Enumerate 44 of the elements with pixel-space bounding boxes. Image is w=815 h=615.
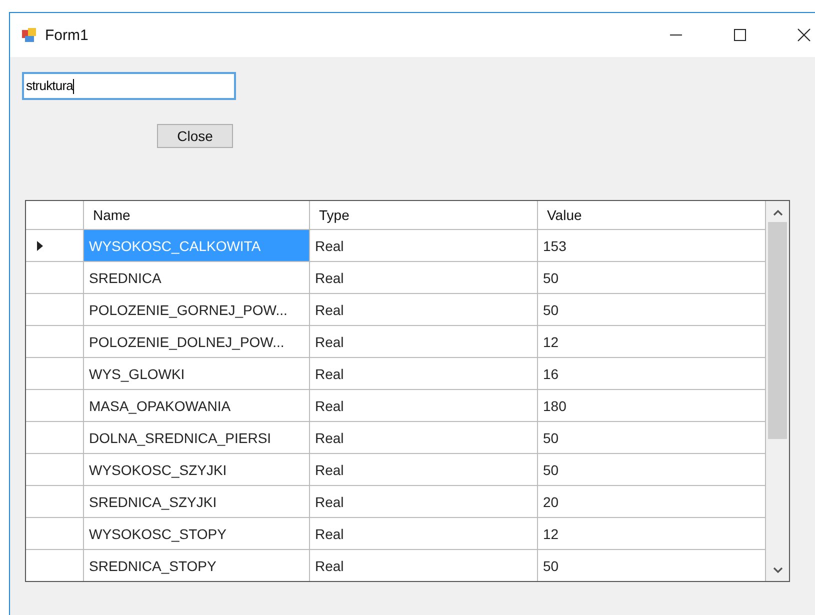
table-cell: Real [310, 422, 538, 454]
window-title: Form1 [45, 26, 88, 44]
scrollbar[interactable] [766, 201, 789, 581]
table-cell: Real [310, 358, 538, 390]
table-cell: Real [310, 454, 538, 486]
row-header[interactable] [26, 262, 84, 294]
table-cell: MASA_OPAKOWANIA [84, 390, 310, 422]
maximize-icon[interactable] [733, 28, 747, 42]
table-cell: WYSOKOSC_STOPY [84, 518, 310, 550]
close-button[interactable]: Close [157, 124, 233, 148]
row-header[interactable] [26, 358, 84, 390]
row-header[interactable] [26, 294, 84, 326]
table-cell: Real [310, 230, 538, 262]
row-header[interactable] [26, 454, 84, 486]
table-cell: Real [310, 262, 538, 294]
table-cell: WYS_GLOWKI [84, 358, 310, 390]
table-cell: WYSOKOSC_SZYJKI [84, 454, 310, 486]
table-cell: POLOZENIE_DOLNEJ_POW... [84, 326, 310, 358]
table-cell: DOLNA_SREDNICA_PIERSI [84, 422, 310, 454]
table-cell: SREDNICA [84, 262, 310, 294]
scrollbar-thumb[interactable] [768, 222, 787, 439]
row-header [26, 201, 84, 230]
scroll-up-icon[interactable] [772, 209, 782, 216]
table-cell: WYSOKOSC_CALKOWITA [84, 230, 310, 262]
row-header[interactable] [26, 326, 84, 358]
row-header[interactable] [26, 518, 84, 550]
table-cell: POLOZENIE_GORNEJ_POW... [84, 294, 310, 326]
column-header[interactable]: Value [538, 201, 766, 230]
table-cell: Real [310, 486, 538, 518]
table-cell: Real [310, 518, 538, 550]
row-header[interactable] [26, 390, 84, 422]
close-icon[interactable] [797, 28, 811, 42]
table-cell: SREDNICA_SZYJKI [84, 486, 310, 518]
row-header[interactable] [26, 422, 84, 454]
table-cell: Real [310, 326, 538, 358]
table-cell: Real [310, 390, 538, 422]
table-cell: Real [310, 294, 538, 326]
column-header[interactable]: Type [310, 201, 538, 230]
table-cell: Real [310, 550, 538, 581]
row-header[interactable] [26, 486, 84, 518]
app-icon [21, 27, 37, 43]
table-cell: SREDNICA_STOPY [84, 550, 310, 581]
scroll-down-icon[interactable] [772, 567, 782, 574]
text-field[interactable]: struktura [22, 72, 236, 100]
